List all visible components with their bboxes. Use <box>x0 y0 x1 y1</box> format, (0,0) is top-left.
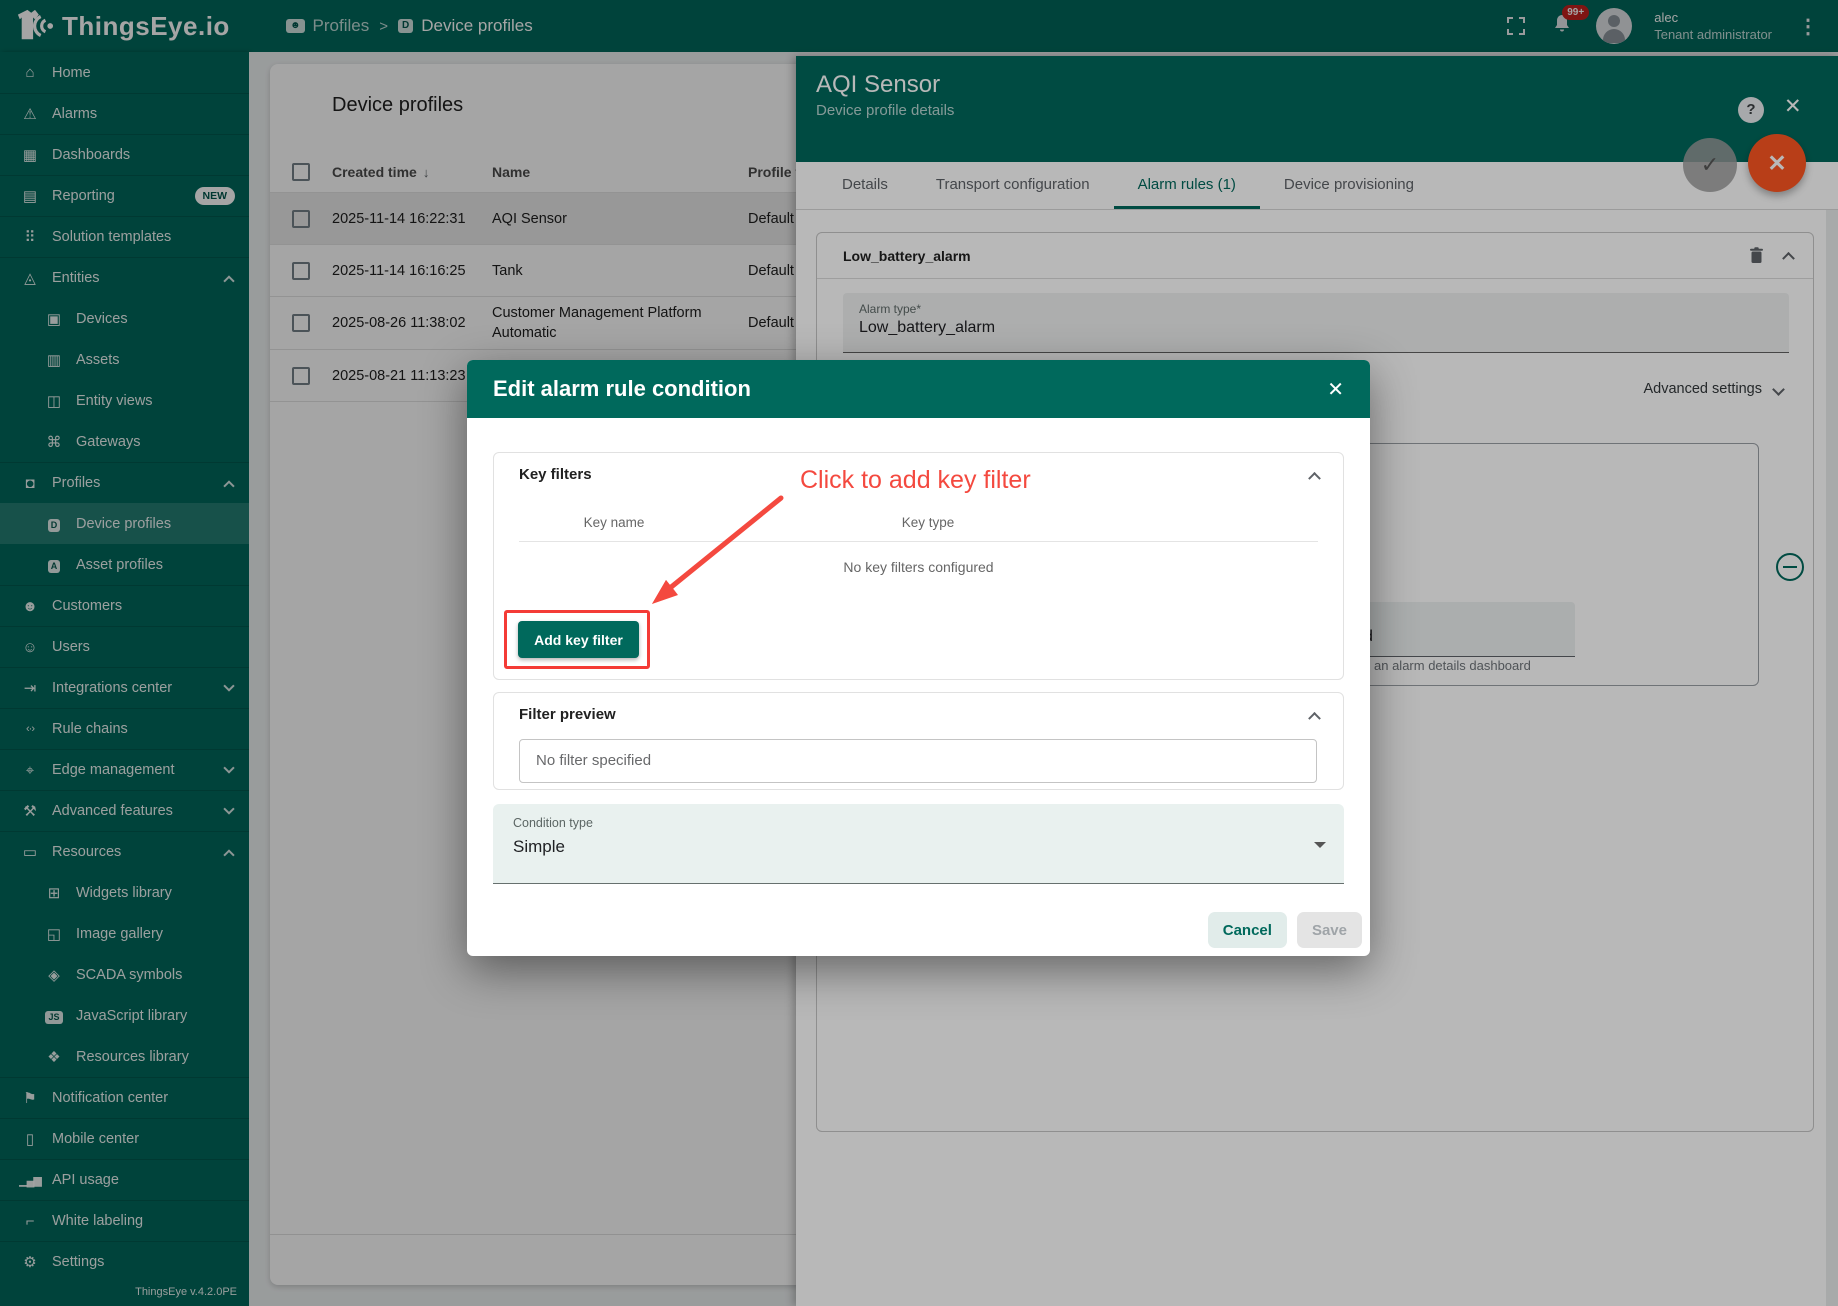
collapse-filter-preview-icon[interactable] <box>1308 712 1321 725</box>
modal-header: Edit alarm rule condition ✕ <box>467 360 1370 418</box>
annotation-arrow <box>600 460 860 640</box>
condition-type-value: Simple <box>513 837 565 857</box>
cancel-button[interactable]: Cancel <box>1208 912 1287 948</box>
column-key-type: Key type <box>878 515 978 530</box>
filter-preview-title: Filter preview <box>519 706 616 723</box>
filter-preview-card: Filter preview No filter specified <box>493 692 1344 790</box>
condition-type-select[interactable]: Condition type Simple <box>493 804 1344 884</box>
collapse-key-filters-icon[interactable] <box>1308 472 1321 485</box>
modal-title: Edit alarm rule condition <box>493 376 751 402</box>
filter-preview-empty-box: No filter specified <box>519 739 1317 783</box>
condition-type-label: Condition type <box>513 816 593 830</box>
key-filters-title: Key filters <box>519 466 592 483</box>
modal-close-icon[interactable]: ✕ <box>1327 377 1344 402</box>
save-button[interactable]: Save <box>1297 912 1362 948</box>
dropdown-caret-icon <box>1314 842 1326 848</box>
